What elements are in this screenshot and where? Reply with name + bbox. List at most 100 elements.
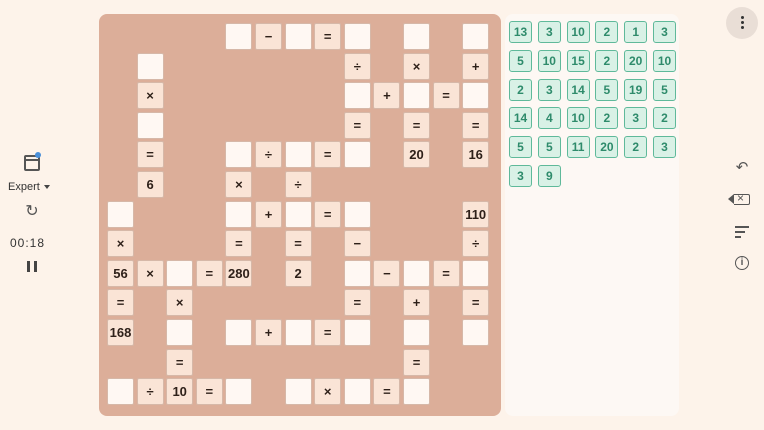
- empty-cell[interactable]: [403, 259, 430, 287]
- number-tile[interactable]: 2: [509, 78, 532, 101]
- operator-cell: =: [314, 141, 342, 169]
- undo-icon[interactable]: ↶: [732, 160, 752, 176]
- empty-cell[interactable]: [462, 259, 490, 287]
- number-tile[interactable]: 2: [653, 107, 676, 130]
- empty-cell[interactable]: [462, 319, 490, 346]
- number-tile[interactable]: 2: [624, 136, 648, 159]
- number-cell: 56: [107, 259, 134, 287]
- operator-cell: =: [314, 319, 342, 346]
- empty-cell[interactable]: [225, 141, 253, 169]
- empty-cell[interactable]: [284, 378, 312, 406]
- operator-cell: +: [373, 82, 401, 110]
- empty-cell[interactable]: [225, 200, 253, 228]
- operator-cell: =: [432, 82, 460, 110]
- info-icon[interactable]: i: [735, 256, 749, 270]
- number-tile[interactable]: 20: [624, 49, 648, 72]
- number-tile[interactable]: 5: [595, 78, 619, 101]
- backspace-icon[interactable]: [728, 191, 750, 205]
- number-tile[interactable]: 10: [537, 49, 561, 72]
- operator-cell: ×: [403, 52, 430, 80]
- number-cell: 10: [166, 378, 194, 406]
- operator-cell: ×: [107, 230, 134, 258]
- number-tile[interactable]: 3: [624, 107, 648, 130]
- empty-cell[interactable]: [403, 319, 430, 346]
- empty-cell[interactable]: [136, 52, 164, 80]
- empty-cell[interactable]: [403, 378, 430, 406]
- difficulty-label: Expert: [8, 181, 40, 193]
- empty-cell[interactable]: [343, 141, 371, 169]
- empty-cell[interactable]: [166, 319, 194, 346]
- more-vert-icon[interactable]: [726, 7, 758, 39]
- number-tile[interactable]: 15: [566, 49, 590, 72]
- number-tiles-panel: 13 3 10 2 1 3 5 10 15 2 20 10 2 3 14 5 19 5 14 4 10 2 3 2 5 5 11 20…: [505, 14, 679, 416]
- empty-cell[interactable]: [343, 23, 371, 50]
- operator-cell: =: [225, 230, 253, 258]
- operator-cell: =: [462, 111, 490, 139]
- sort-icon[interactable]: [732, 224, 752, 240]
- empty-cell[interactable]: [225, 23, 253, 50]
- empty-cell[interactable]: [284, 141, 312, 169]
- operator-cell: =: [136, 141, 164, 169]
- number-tile[interactable]: 10: [566, 21, 590, 43]
- empty-cell[interactable]: [343, 200, 371, 228]
- operator-cell: =: [284, 230, 312, 258]
- number-tile[interactable]: 2: [595, 107, 619, 130]
- number-tile[interactable]: 14: [509, 107, 532, 130]
- empty-cell[interactable]: [284, 200, 312, 228]
- pause-icon[interactable]: [27, 261, 37, 272]
- number-tile[interactable]: 20: [595, 136, 619, 159]
- refresh-icon[interactable]: ↻: [24, 204, 40, 220]
- empty-cell[interactable]: [225, 319, 253, 346]
- empty-cell[interactable]: [166, 259, 194, 287]
- operator-cell: ÷: [255, 141, 282, 169]
- number-tile[interactable]: 9: [537, 165, 561, 187]
- operator-cell: −: [255, 23, 282, 50]
- number-tile[interactable]: 4: [537, 107, 561, 130]
- operator-cell: =: [462, 289, 490, 317]
- operator-cell: =: [373, 378, 401, 406]
- number-tile[interactable]: 2: [595, 49, 619, 72]
- operator-cell: +: [462, 52, 490, 80]
- empty-cell[interactable]: [403, 23, 430, 50]
- empty-cell[interactable]: [462, 82, 490, 110]
- number-tile[interactable]: 11: [566, 136, 590, 159]
- empty-cell[interactable]: [284, 319, 312, 346]
- empty-cell[interactable]: [343, 378, 371, 406]
- operator-cell: ×: [314, 378, 342, 406]
- number-tile[interactable]: 5: [537, 136, 561, 159]
- number-tile[interactable]: 3: [653, 136, 676, 159]
- number-tile[interactable]: 3: [537, 21, 561, 43]
- empty-cell[interactable]: [343, 82, 371, 110]
- number-tile[interactable]: 10: [653, 49, 676, 72]
- empty-cell[interactable]: [403, 82, 430, 110]
- operator-cell: ×: [166, 289, 194, 317]
- number-tile[interactable]: 1: [624, 21, 648, 43]
- empty-cell[interactable]: [107, 200, 134, 228]
- empty-cell[interactable]: [107, 378, 134, 406]
- number-tile[interactable]: 13: [509, 21, 532, 43]
- operator-cell: ÷: [343, 52, 371, 80]
- empty-cell[interactable]: [136, 111, 164, 139]
- operator-cell: =: [314, 23, 342, 50]
- empty-cell[interactable]: [343, 319, 371, 346]
- empty-cell[interactable]: [343, 259, 371, 287]
- empty-cell[interactable]: [284, 23, 312, 50]
- left-sidebar: Expert ↻ 00:18: [0, 0, 64, 430]
- number-tile[interactable]: 5: [653, 78, 676, 101]
- number-tile[interactable]: 3: [537, 78, 561, 101]
- difficulty-dropdown[interactable]: Expert: [8, 181, 50, 193]
- number-tile[interactable]: 14: [566, 78, 590, 101]
- operator-cell: ×: [136, 259, 164, 287]
- number-tile[interactable]: 5: [509, 136, 532, 159]
- empty-cell[interactable]: [225, 378, 253, 406]
- empty-cell[interactable]: [462, 23, 490, 50]
- number-tile[interactable]: 5: [509, 49, 532, 72]
- number-tile[interactable]: 3: [509, 165, 532, 187]
- operator-cell: =: [343, 111, 371, 139]
- number-tile[interactable]: 3: [653, 21, 676, 43]
- number-tile[interactable]: 10: [566, 107, 590, 130]
- number-tile[interactable]: 19: [624, 78, 648, 101]
- operator-cell: =: [314, 200, 342, 228]
- number-cell: 6: [136, 171, 164, 198]
- number-tile[interactable]: 2: [595, 21, 619, 43]
